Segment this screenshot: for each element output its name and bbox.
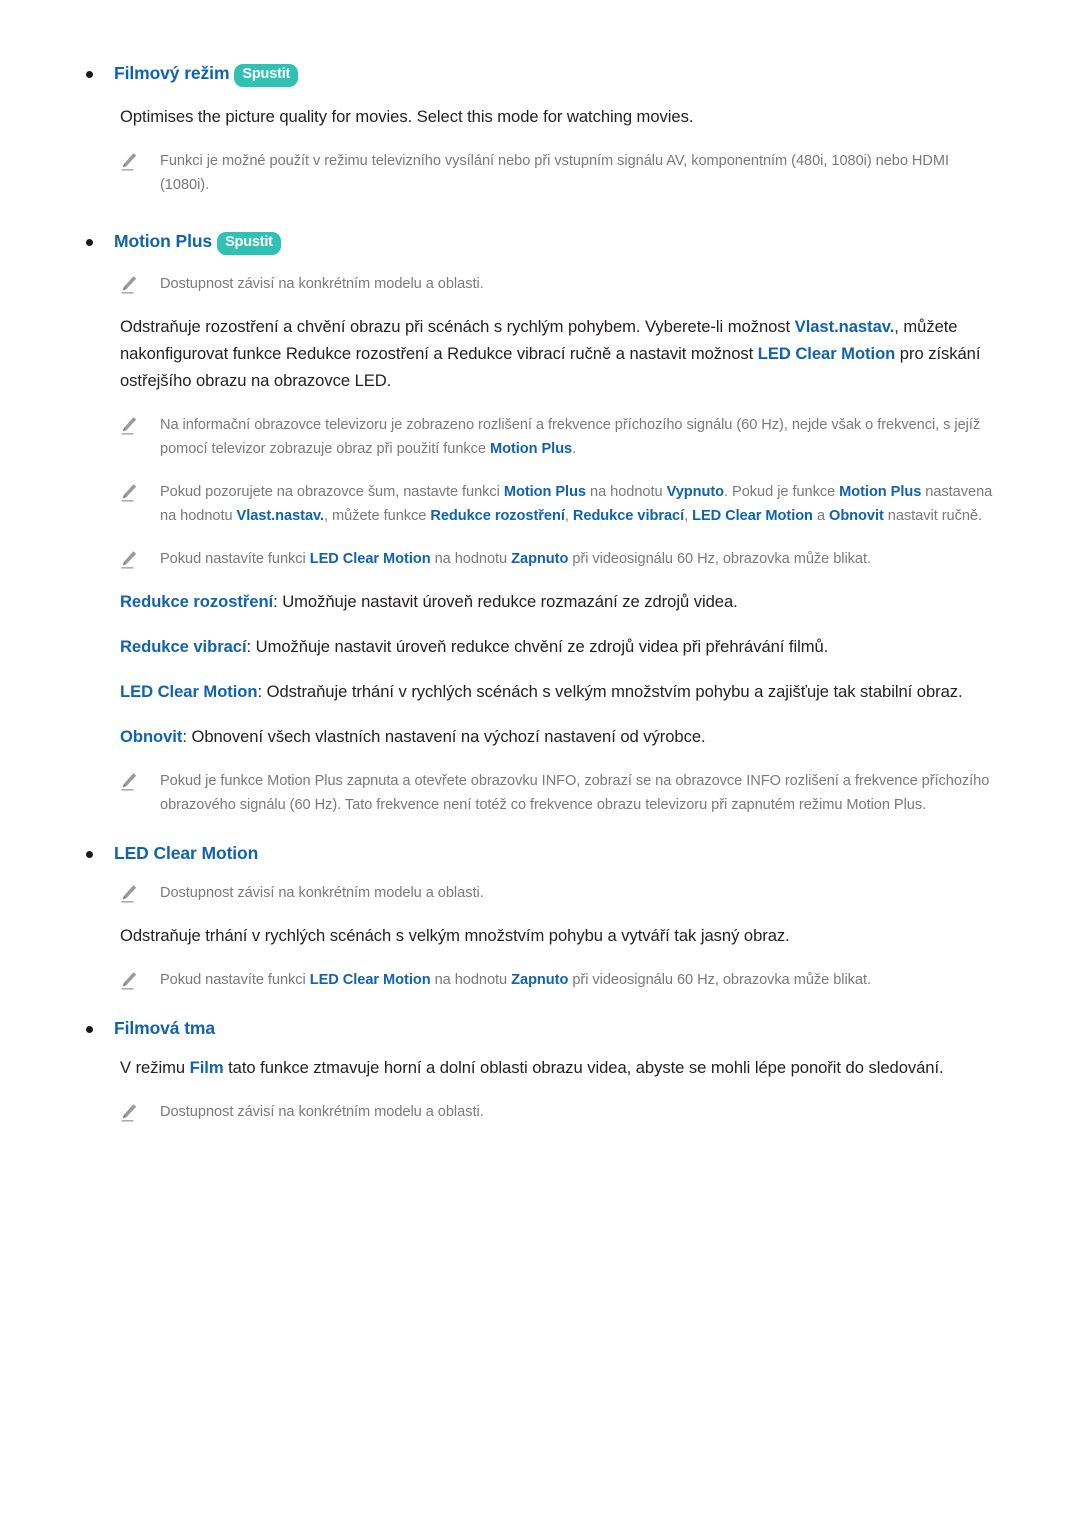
text-run: tato funkce ztmavuje horní a dolní oblas… bbox=[223, 1058, 944, 1078]
section-heading-film-darkness: Filmová tma bbox=[72, 1017, 1008, 1040]
bullet-dot-icon bbox=[86, 71, 93, 78]
note-motion-plus-info-frequency: Na informační obrazovce televizoru je zo… bbox=[72, 413, 1008, 462]
term-motion-plus: Motion Plus bbox=[839, 483, 922, 500]
heading-label: Motion Plus Spustit bbox=[114, 230, 281, 256]
text-run: při videosignálu 60 Hz, obrazovka může b… bbox=[568, 550, 871, 567]
note-led-clear-motion-flicker-1: Pokud nastavíte funkci LED Clear Motion … bbox=[72, 547, 1008, 572]
note-text: Pokud pozorujete na obrazovce šum, nasta… bbox=[160, 480, 996, 529]
note-motion-plus-availability: Dostupnost závisí na konkrétním modelu a… bbox=[72, 272, 1008, 297]
led-clear-motion-description: Odstraňuje trhání v rychlých scénách s v… bbox=[120, 926, 790, 946]
text-run: na hodnotu bbox=[430, 971, 512, 988]
note-film-mode-availability: Funkci je možné použít v režimu televizn… bbox=[72, 149, 1008, 198]
text-run: , bbox=[564, 508, 573, 525]
heading-text: LED Clear Motion bbox=[114, 842, 259, 863]
definition-obnovit: Obnovit: Obnovení všech vlastních nastav… bbox=[72, 724, 1008, 751]
note-motion-plus-info-screen: Pokud je funkce Motion Plus zapnuta a ot… bbox=[72, 769, 1008, 818]
launch-badge-motion-plus[interactable]: Spustit bbox=[217, 231, 281, 255]
term-motion-plus: Motion Plus bbox=[489, 441, 573, 458]
text-run: Odstraňuje rozostření a chvění obrazu př… bbox=[120, 317, 795, 337]
pencil-note-icon bbox=[120, 971, 138, 991]
note-led-clear-motion-flicker-2: Pokud nastavíte funkci LED Clear Motion … bbox=[72, 968, 1008, 993]
film-darkness-description: V režimu Film tato funkce ztmavuje horní… bbox=[72, 1055, 1008, 1082]
term-zapnuto: Zapnuto bbox=[511, 550, 569, 567]
pencil-note-icon bbox=[120, 416, 138, 436]
text-run: Pokud nastavíte funkci bbox=[160, 971, 310, 988]
note-text: Pokud je funkce Motion Plus zapnuta a ot… bbox=[160, 772, 990, 814]
note-text: Funkci je možné použít v režimu televizn… bbox=[160, 152, 950, 194]
pencil-note-icon bbox=[120, 1103, 138, 1123]
note-text: Pokud nastavíte funkci LED Clear Motion … bbox=[160, 968, 871, 993]
heading-text: Filmová tma bbox=[114, 1017, 216, 1038]
text-run: Pokud pozorujete na obrazovce šum, nasta… bbox=[160, 483, 504, 500]
note-motion-plus-noise: Pokud pozorujete na obrazovce šum, nasta… bbox=[72, 480, 1008, 529]
definition-text: : Umožňuje nastavit úroveň redukce chvěn… bbox=[246, 637, 829, 657]
pencil-note-icon bbox=[120, 152, 138, 172]
definition-text: : Umožňuje nastavit úroveň redukce rozma… bbox=[273, 592, 738, 612]
pencil-note-icon bbox=[120, 550, 138, 570]
bullet-dot-icon bbox=[86, 850, 93, 858]
note-text: Pokud nastavíte funkci LED Clear Motion … bbox=[160, 547, 871, 572]
term-led-clear-motion: LED Clear Motion bbox=[757, 343, 896, 363]
note-text: Na informační obrazovce televizoru je zo… bbox=[160, 413, 996, 462]
text-run: V režimu bbox=[120, 1058, 190, 1078]
pencil-note-icon bbox=[120, 884, 138, 904]
definition-text: : Obnovení všech vlastních nastavení na … bbox=[182, 726, 706, 746]
heading-label: Filmový režim Spustit bbox=[114, 62, 299, 88]
section-heading-film-mode: Filmový režim Spustit bbox=[72, 62, 1008, 88]
text-run: na hodnotu bbox=[586, 483, 667, 500]
definition-redukce-vibraci: Redukce vibrací: Umožňuje nastavit úrove… bbox=[72, 634, 1008, 661]
term-obnovit: Obnovit bbox=[829, 508, 884, 525]
note-led-clear-motion-availability: Dostupnost závisí na konkrétním modelu a… bbox=[72, 881, 1008, 906]
definition-led-clear-motion: LED Clear Motion: Odstraňuje trhání v ry… bbox=[72, 679, 1008, 706]
term-motion-plus: Motion Plus bbox=[503, 483, 586, 500]
film-mode-description: Optimises the picture quality for movies… bbox=[120, 106, 694, 126]
definition-term: Redukce rozostření bbox=[120, 592, 274, 612]
text-run: . Pokud je funkce bbox=[724, 483, 840, 500]
heading-text: Motion Plus bbox=[114, 230, 213, 251]
text-run: a bbox=[812, 508, 830, 525]
section-heading-led-clear-motion: LED Clear Motion bbox=[72, 842, 1008, 865]
note-film-darkness-availability: Dostupnost závisí na konkrétním modelu a… bbox=[72, 1100, 1008, 1125]
text-run: , bbox=[684, 508, 693, 525]
pencil-note-icon bbox=[120, 483, 138, 503]
term-zapnuto: Zapnuto bbox=[511, 971, 569, 988]
text-run: Pokud nastavíte funkci bbox=[160, 550, 310, 567]
section-heading-motion-plus: Motion Plus Spustit bbox=[72, 230, 1008, 256]
definition-term: LED Clear Motion bbox=[120, 682, 258, 702]
note-text: Dostupnost závisí na konkrétním modelu a… bbox=[160, 1104, 484, 1121]
text-run: , můžete funkce bbox=[324, 508, 431, 525]
term-vypnuto: Vypnuto bbox=[666, 483, 725, 500]
launch-badge-film-mode[interactable]: Spustit bbox=[234, 64, 299, 87]
text-run: nastavit ručně. bbox=[883, 508, 982, 525]
term-vlast-nastav: Vlast.nastav. bbox=[236, 508, 325, 525]
definition-term: Redukce vibrací bbox=[120, 637, 247, 657]
term-vlast-nastav: Vlast.nastav. bbox=[794, 317, 895, 337]
term-redukce-vibraci: Redukce vibrací bbox=[572, 508, 685, 525]
note-text: Dostupnost závisí na konkrétním modelu a… bbox=[160, 884, 484, 901]
motion-plus-description: Odstraňuje rozostření a chvění obrazu př… bbox=[72, 314, 1008, 395]
bullet-dot-icon bbox=[86, 1025, 93, 1033]
definition-redukce-rozostreni: Redukce rozostření: Umožňuje nastavit úr… bbox=[72, 589, 1008, 616]
term-redukce-rozostreni: Redukce rozostření bbox=[430, 508, 565, 525]
pencil-note-icon bbox=[120, 772, 138, 792]
definition-text: : Odstraňuje trhání v rychlých scénách s… bbox=[257, 682, 963, 702]
heading-text: Filmový režim bbox=[114, 63, 230, 83]
note-text: Dostupnost závisí na konkrétním modelu a… bbox=[160, 275, 484, 292]
text-run: . bbox=[572, 441, 577, 458]
term-led-clear-motion: LED Clear Motion bbox=[309, 971, 431, 988]
term-film: Film bbox=[189, 1058, 224, 1078]
pencil-note-icon bbox=[120, 275, 138, 295]
term-led-clear-motion: LED Clear Motion bbox=[692, 508, 813, 525]
text-run: na hodnotu bbox=[430, 550, 512, 567]
definition-term: Obnovit bbox=[120, 726, 183, 746]
manual-page: Filmový režim Spustit Optimises the pictu… bbox=[0, 0, 1080, 1527]
bullet-dot-icon bbox=[86, 238, 93, 246]
text-run: při videosignálu 60 Hz, obrazovka může b… bbox=[568, 971, 871, 988]
term-led-clear-motion: LED Clear Motion bbox=[309, 550, 431, 567]
